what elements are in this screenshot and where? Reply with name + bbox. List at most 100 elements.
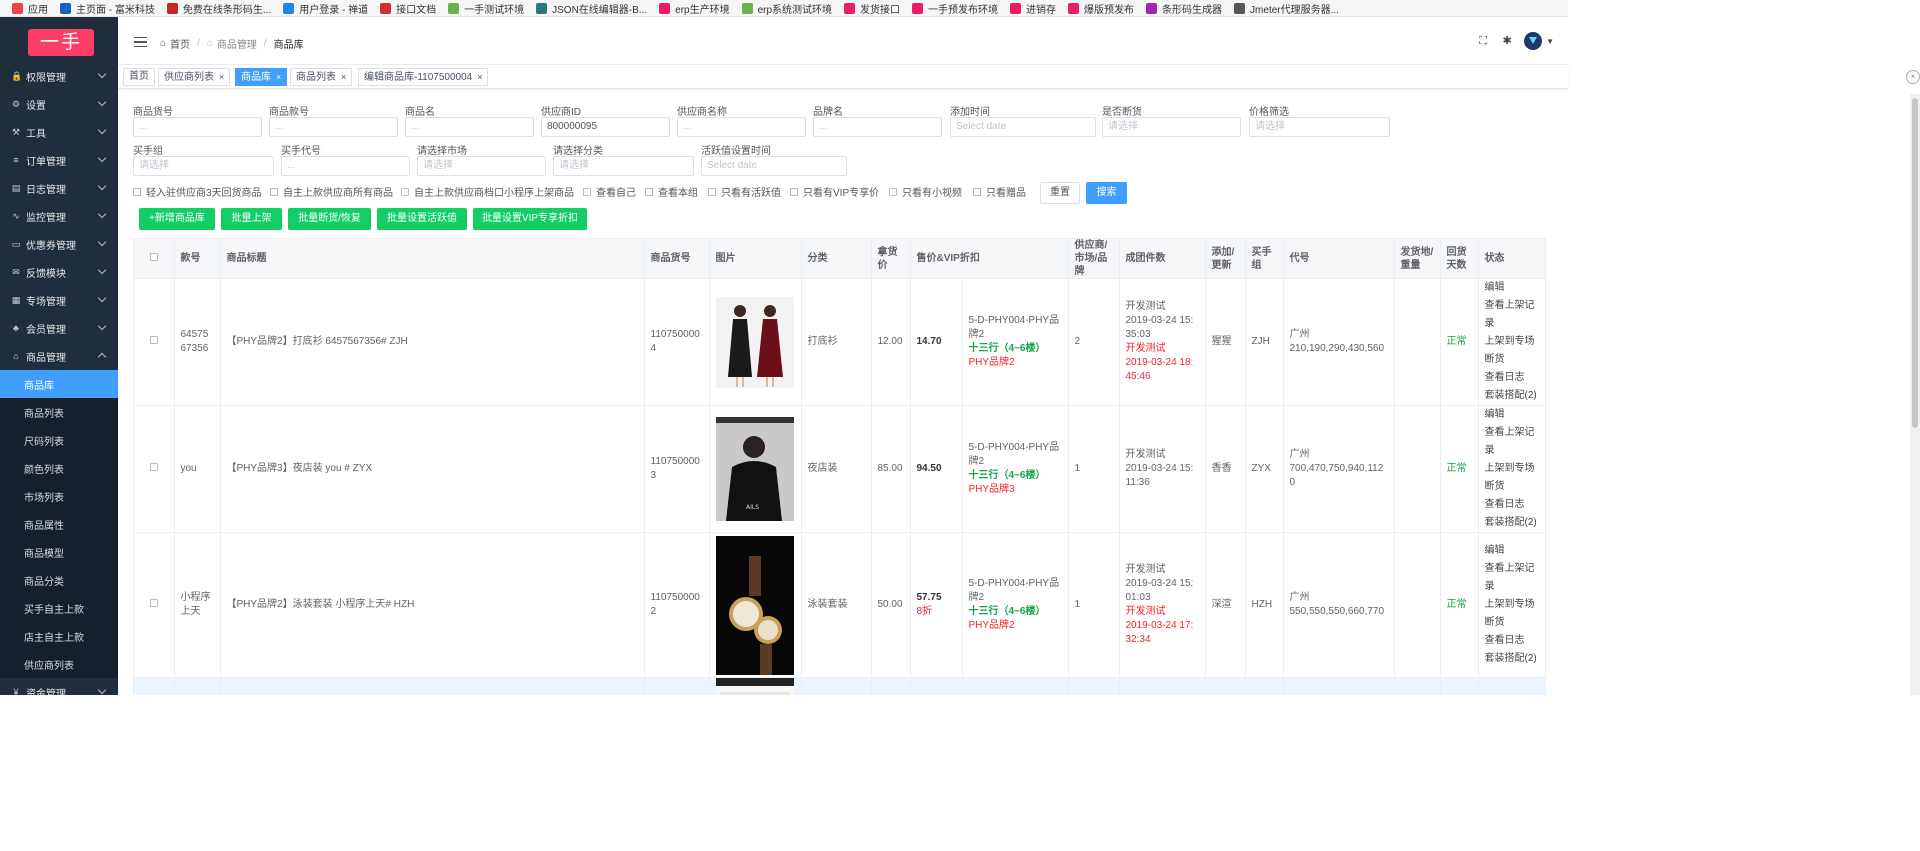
row-select-cell[interactable] bbox=[134, 677, 175, 695]
avatar[interactable] bbox=[1524, 32, 1543, 50]
sidebar-subitem[interactable]: 商品属性 bbox=[0, 510, 118, 538]
sidebar-subitem[interactable]: 商品列表 bbox=[0, 398, 118, 426]
select-all-checkbox[interactable] bbox=[149, 253, 158, 261]
filter-input[interactable]: 请选择 bbox=[417, 156, 546, 176]
reset-button[interactable]: 重置 bbox=[1040, 182, 1080, 204]
page-scrollbar[interactable] bbox=[1910, 94, 1920, 695]
hamburger-menu-icon[interactable] bbox=[134, 37, 147, 47]
filter-checkbox[interactable]: 只看有小视频 bbox=[889, 184, 962, 199]
breadcrumb-parent[interactable]: 商品管理 bbox=[217, 36, 257, 51]
operation-link[interactable]: 编辑 bbox=[1485, 279, 1541, 297]
filter-input[interactable]: 请选择 bbox=[553, 156, 694, 176]
filter-input[interactable]: Select date bbox=[950, 117, 1096, 137]
woman-black-outfit-image[interactable]: AILS bbox=[716, 417, 794, 521]
filter-input[interactable]: 请选择 bbox=[1102, 117, 1241, 137]
operation-link[interactable]: 断货 bbox=[1485, 351, 1541, 369]
row-checkbox[interactable] bbox=[149, 336, 158, 344]
checkbox-box[interactable] bbox=[583, 187, 591, 196]
operation-link[interactable]: 上架到专场 bbox=[1485, 333, 1541, 351]
filter-input[interactable]: ... bbox=[813, 117, 942, 137]
operation-link[interactable]: 查看日志 bbox=[1485, 632, 1541, 650]
close-all-tabs-icon[interactable]: × bbox=[1906, 70, 1920, 84]
action-button[interactable]: +新增商品库 bbox=[139, 208, 215, 230]
row-checkbox[interactable] bbox=[149, 463, 158, 471]
filter-checkbox[interactable]: 查看自己 bbox=[583, 184, 636, 199]
sidebar-subitem[interactable]: 颜色列表 bbox=[0, 454, 118, 482]
sidebar-menu-lock[interactable]: 🔒 权限管理 bbox=[0, 62, 118, 90]
filter-input[interactable]: 800000095 bbox=[541, 117, 670, 137]
sidebar-menu-mail[interactable]: ✉ 反馈模块 bbox=[0, 258, 118, 286]
bookmark-item[interactable]: 一手预发布环境 bbox=[912, 1, 998, 16]
close-tab-icon[interactable]: × bbox=[477, 72, 482, 82]
sidebar-menu-log[interactable]: ▤ 日志管理 bbox=[0, 174, 118, 202]
sidebar-menu-home[interactable]: ⌂ 商品管理 bbox=[0, 342, 118, 370]
filter-input[interactable]: Select date bbox=[701, 156, 847, 176]
tab-0[interactable]: 首页 bbox=[123, 68, 155, 86]
bookmark-item[interactable]: 主页面 - 富米科技 bbox=[60, 1, 155, 16]
bookmark-item[interactable]: 免费在线条形码生... bbox=[166, 1, 271, 16]
checkbox-box[interactable] bbox=[133, 187, 141, 196]
checkbox-box[interactable] bbox=[270, 187, 278, 196]
phone-screenshot-image[interactable] bbox=[716, 678, 794, 695]
operation-link[interactable]: 编辑 bbox=[1485, 542, 1541, 560]
table-row[interactable]: 5-D-PHY004-PHY品 王海龙2019-03-22 18:5B 编辑查看上架… bbox=[134, 677, 1545, 695]
operation-link[interactable]: 套装搭配(2) bbox=[1485, 387, 1541, 405]
bug-icon[interactable]: ✱ bbox=[1500, 34, 1514, 48]
sidebar-subitem[interactable]: 商品分类 bbox=[0, 566, 118, 594]
operation-link[interactable]: 上架到专场 bbox=[1485, 460, 1541, 478]
tab-1[interactable]: 供应商列表 × bbox=[158, 68, 231, 86]
breadcrumb-home[interactable]: 首页 bbox=[170, 36, 190, 51]
bookmark-item[interactable]: erp系统测试环境 bbox=[741, 1, 832, 16]
table-row[interactable]: you 【PHY品牌3】夜店装 you # ZYX 1107500003 AILS 夜店… bbox=[134, 405, 1545, 533]
bookmark-item[interactable]: 应用 bbox=[12, 1, 48, 16]
bookmark-item[interactable]: JSON在线编辑器-B... bbox=[536, 1, 647, 16]
bookmark-item[interactable]: 进销存 bbox=[1010, 1, 1056, 16]
table-row[interactable]: 小程序上天 【PHY品牌2】泳装套装 小程序上天# HZH 1107500002 泳装… bbox=[134, 532, 1545, 678]
filter-checkbox[interactable]: 自主上款供应商所有商品 bbox=[270, 184, 393, 199]
action-button[interactable]: 批量设置活跃值 bbox=[377, 208, 467, 230]
row-select-cell[interactable] bbox=[134, 405, 175, 533]
caret-down-icon[interactable]: ▼ bbox=[1546, 37, 1554, 46]
two-women-dresses-image[interactable] bbox=[716, 296, 794, 388]
select-all-header[interactable] bbox=[134, 239, 175, 279]
filter-input[interactable]: ... bbox=[405, 117, 534, 137]
table-row[interactable]: 6457567356 【PHY品牌2】打底衫 6457567356# ZJH 110… bbox=[134, 278, 1545, 406]
filter-checkbox[interactable]: 只看赠品 bbox=[973, 184, 1026, 199]
checkbox-box[interactable] bbox=[790, 187, 798, 196]
operation-link[interactable]: 套装搭配(2) bbox=[1485, 650, 1541, 668]
sidebar-subitem[interactable]: 商品库 bbox=[0, 370, 118, 398]
sidebar-menu-grid[interactable]: ▦ 专场管理 bbox=[0, 286, 118, 314]
app-logo[interactable]: 一手 bbox=[28, 29, 94, 56]
tab-4[interactable]: 编辑商品库-1107500004 × bbox=[358, 68, 489, 86]
operation-link[interactable]: 断货 bbox=[1485, 478, 1541, 496]
checkbox-box[interactable] bbox=[401, 187, 409, 196]
sidebar-subitem[interactable]: 买手自主上款 bbox=[0, 594, 118, 622]
sidebar-subitem[interactable]: 供应商列表 bbox=[0, 650, 118, 678]
filter-input[interactable]: ... bbox=[677, 117, 806, 137]
action-button[interactable]: 批量上架 bbox=[221, 208, 282, 230]
sidebar-menu-gear[interactable]: ⚙ 设置 bbox=[0, 90, 118, 118]
tab-3[interactable]: 商品列表 × bbox=[290, 68, 353, 86]
sidebar-menu-users[interactable]: ♣ 会员管理 bbox=[0, 314, 118, 342]
checkbox-box[interactable] bbox=[889, 187, 897, 196]
row-checkbox[interactable] bbox=[149, 599, 158, 607]
gold-watches-image[interactable] bbox=[716, 535, 794, 675]
filter-checkbox[interactable]: 只看有VIP专享价 bbox=[790, 184, 879, 199]
operation-link[interactable]: 编辑 bbox=[1485, 406, 1541, 424]
filter-checkbox[interactable]: 查看本组 bbox=[645, 184, 698, 199]
close-tab-icon[interactable]: × bbox=[341, 72, 346, 82]
sidebar-menu-wrench[interactable]: ⚒ 工具 bbox=[0, 118, 118, 146]
sidebar-subitem[interactable]: 尺码列表 bbox=[0, 426, 118, 454]
bookmark-item[interactable]: Jmeter代理服务器... bbox=[1234, 1, 1339, 16]
sidebar-subitem[interactable]: 市场列表 bbox=[0, 482, 118, 510]
checkbox-box[interactable] bbox=[645, 187, 653, 196]
bookmark-item[interactable]: 一手测试环境 bbox=[448, 1, 524, 16]
operation-link[interactable]: 查看日志 bbox=[1485, 496, 1541, 514]
close-tab-icon[interactable]: × bbox=[276, 72, 281, 82]
sidebar-subitem[interactable]: 商品模型 bbox=[0, 538, 118, 566]
filter-input[interactable]: ... bbox=[281, 156, 410, 176]
sidebar-menu-pulse[interactable]: ∿ 监控管理 bbox=[0, 202, 118, 230]
filter-checkbox[interactable]: 轻入驻供应商3天回货商品 bbox=[133, 184, 262, 199]
sidebar-menu-coupon[interactable]: ▭ 优惠券管理 bbox=[0, 230, 118, 258]
filter-input[interactable]: ... bbox=[133, 117, 262, 137]
